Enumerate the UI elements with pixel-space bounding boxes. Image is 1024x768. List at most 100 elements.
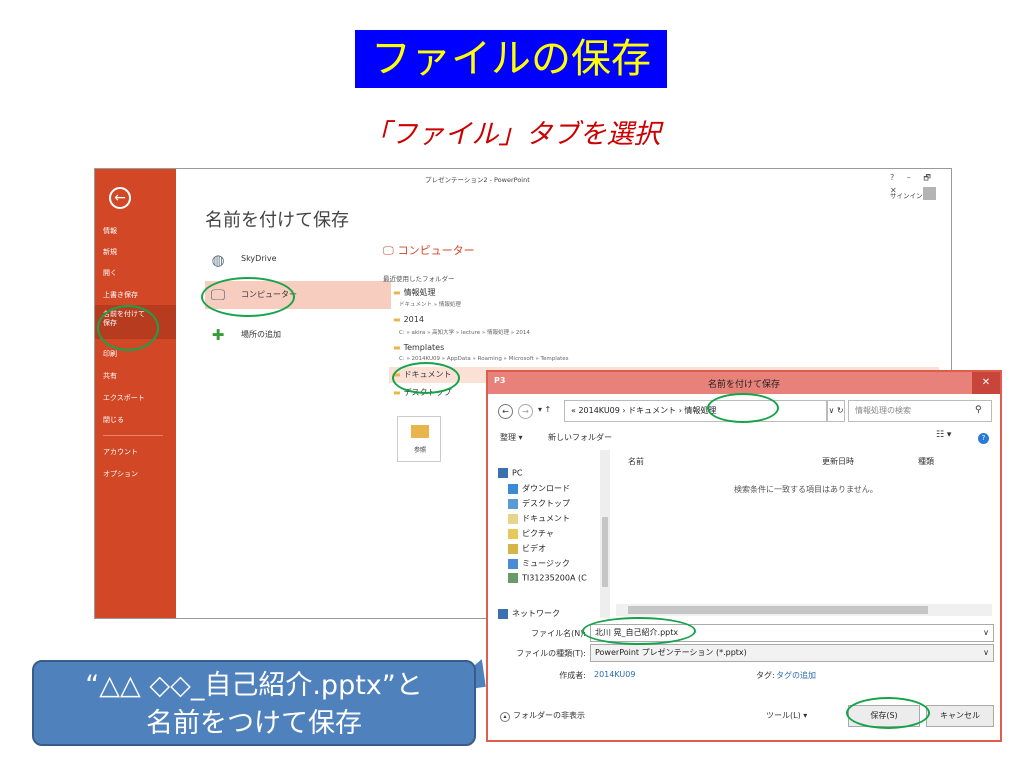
new-folder-button[interactable]: 新しいフォルダー — [548, 432, 612, 443]
tools-label: ツール(L) — [766, 711, 801, 720]
tree-label: ミュージック — [522, 559, 570, 568]
folder-name: Templates — [403, 343, 445, 352]
computer-heading: 🖵 コンピューター — [383, 242, 475, 258]
tree-label: ビデオ — [522, 544, 546, 553]
cancel-button[interactable]: キャンセル — [926, 705, 994, 727]
callout-line-2: 名前をつけて保存 — [146, 708, 362, 739]
highlight-oval — [846, 697, 930, 729]
column-header-date[interactable]: 更新日時 — [822, 456, 854, 467]
folder-icon — [411, 425, 429, 438]
dialog-title: 名前を付けて保存 — [707, 380, 780, 390]
folder-name: 情報処理 — [403, 288, 436, 297]
recent-folder[interactable]: ▬ Templates — [393, 343, 444, 352]
computer-heading-text: コンピューター — [397, 244, 475, 257]
tree-label: ダウンロード — [522, 484, 570, 493]
download-icon — [508, 483, 518, 494]
folder-icon: ▬ — [393, 388, 401, 397]
forward-icon[interactable]: → — [518, 404, 533, 419]
hide-folders-label: フォルダーの非表示 — [513, 711, 585, 720]
view-options-icon[interactable]: ☷ ▾ — [936, 430, 951, 440]
hide-folders-toggle[interactable]: ▴ フォルダーの非表示 — [500, 710, 585, 722]
sidebar-item-account[interactable]: アカウント — [103, 447, 138, 457]
filetype-label: ファイルの種類(T): — [516, 649, 586, 658]
signin-link[interactable]: サインイン — [890, 190, 923, 200]
tree-label: ピクチャ — [522, 529, 554, 538]
tree-item-pc[interactable]: PC — [498, 468, 522, 478]
author-label: 作成者: — [559, 671, 586, 680]
recent-folders-label: 最近使用したフォルダー — [383, 275, 455, 283]
recent-folder[interactable]: ▬ 2014 — [393, 315, 424, 324]
tree-item-desktop[interactable]: デスクトップ — [508, 498, 570, 509]
tag-label: タグ: — [756, 671, 775, 680]
refresh-icon[interactable]: ∨ ↻ — [827, 400, 845, 422]
back-icon[interactable]: ← — [498, 404, 513, 419]
column-header-name[interactable]: 名前 — [628, 456, 644, 467]
column-header-type[interactable]: 種類 — [918, 456, 934, 467]
tree-item-drive[interactable]: TI31235200A (C — [508, 573, 587, 583]
tree-item-downloads[interactable]: ダウンロード — [508, 483, 570, 494]
close-icon[interactable]: ✕ — [972, 372, 1000, 394]
sidebar-item-options[interactable]: オプション — [103, 469, 138, 479]
highlight-oval — [392, 362, 460, 394]
organize-button[interactable]: 整理 ▾ — [500, 432, 523, 443]
chevron-up-icon: ▴ — [500, 712, 510, 722]
tree-item-documents[interactable]: ドキュメント — [508, 513, 570, 524]
backstage-sidebar: ← 情報 新規 開く 上書き保存 名前を付けて 保存 印刷 共有 エクスポート … — [95, 169, 176, 618]
browse-button[interactable]: 参照 — [397, 416, 441, 462]
folder-icon: ▬ — [393, 288, 401, 297]
sidebar-item-print[interactable]: 印刷 — [103, 349, 117, 359]
sidebar-item-new[interactable]: 新規 — [103, 247, 117, 257]
save-as-dialog: P3 名前を付けて保存 ✕ ← → ▾ ↑ « 2014KU09 › ドキュメン… — [486, 370, 1002, 742]
callout-line-1: “△△ ◇◇_自己紹介.pptx”と — [85, 670, 423, 701]
sidebar-item-close[interactable]: 閉じる — [103, 415, 124, 425]
sidebar-item-share[interactable]: 共有 — [103, 371, 117, 381]
tree-label: デスクトップ — [522, 499, 570, 508]
computer-icon: 🖵 — [383, 244, 394, 257]
tree-item-music[interactable]: ミュージック — [508, 558, 570, 569]
help-icon[interactable]: ? — [978, 433, 989, 444]
slide-title: ファイルの保存 — [355, 30, 667, 88]
sidebar-divider — [103, 435, 163, 436]
page-title: 名前を付けて保存 — [205, 210, 349, 231]
network-icon — [498, 608, 508, 619]
place-skydrive[interactable]: ◍ SkyDrive — [205, 246, 391, 274]
desktop-icon — [508, 498, 518, 509]
sidebar-item-open[interactable]: 開く — [103, 268, 117, 278]
browse-label: 参照 — [413, 447, 426, 454]
back-arrow-icon[interactable]: ← — [109, 187, 131, 209]
sidebar-item-info[interactable]: 情報 — [103, 226, 117, 236]
folder-icon: ▬ — [393, 315, 401, 324]
place-add-location[interactable]: ✚ 場所の追加 — [205, 321, 391, 349]
highlight-oval — [97, 305, 159, 351]
search-input[interactable]: 情報処理の検索 — [848, 400, 992, 422]
place-label: 場所の追加 — [241, 330, 281, 339]
tag-value[interactable]: タグの追加 — [776, 670, 816, 681]
highlight-oval — [201, 277, 295, 317]
highlight-oval — [707, 393, 779, 423]
chevron-down-icon[interactable]: ∨ — [983, 645, 989, 661]
music-icon — [508, 558, 518, 569]
folder-name: 2014 — [403, 315, 424, 324]
horizontal-scrollbar-thumb[interactable] — [628, 606, 928, 614]
place-label: SkyDrive — [241, 254, 277, 263]
documents-icon — [508, 513, 518, 524]
author-value[interactable]: 2014KU09 — [594, 670, 635, 679]
tools-dropdown[interactable]: ツール(L) ▾ — [766, 710, 807, 721]
breadcrumb[interactable]: « 2014KU09 › ドキュメント › 情報処理 — [564, 400, 827, 422]
recent-folder[interactable]: ▬ 情報処理 — [393, 287, 436, 298]
drive-icon — [508, 573, 518, 583]
callout-box: “△△ ◇◇_自己紹介.pptx”と 名前をつけて保存 — [32, 660, 476, 746]
chevron-down-icon[interactable]: ∨ — [983, 625, 989, 641]
up-icon[interactable]: ▾ ↑ — [538, 405, 551, 414]
globe-icon: ◍ — [211, 251, 225, 269]
window-title: プレゼンテーション2 - PowerPoint — [425, 176, 530, 184]
tree-item-network[interactable]: ネットワーク — [498, 608, 560, 619]
tree-item-videos[interactable]: ビデオ — [508, 543, 546, 554]
tree-scrollbar-thumb[interactable] — [602, 517, 608, 587]
sidebar-item-save[interactable]: 上書き保存 — [103, 290, 138, 300]
filetype-select[interactable]: PowerPoint プレゼンテーション (*.pptx) ∨ — [590, 644, 994, 662]
tree-item-pictures[interactable]: ピクチャ — [508, 528, 554, 539]
navigation-tree: PC ダウンロード デスクトップ ドキュメント ピクチャ ビデオ ミュージック … — [498, 450, 614, 626]
tree-label: ネットワーク — [512, 609, 560, 618]
sidebar-item-export[interactable]: エクスポート — [103, 393, 145, 403]
